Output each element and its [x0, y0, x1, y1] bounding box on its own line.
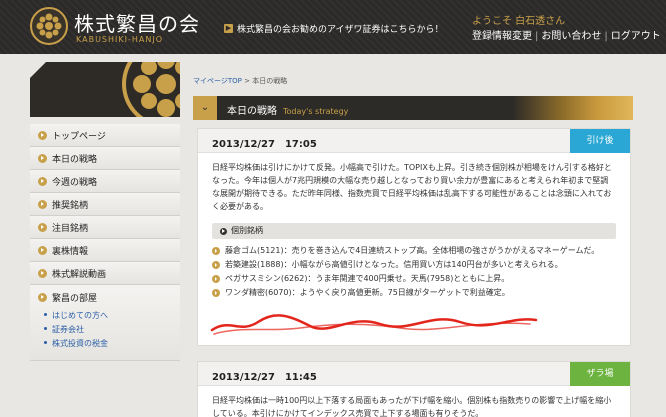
site-header: 株式繁昌の会 KABUSHIKI-HANJO ▶ 株式繁昌の会お勧めのアイザワ証… — [0, 0, 666, 54]
sidebar-item-label: 株式解説動画 — [52, 269, 107, 280]
sidebar-item-label: 本日の戦略 — [52, 154, 98, 165]
breadcrumb: マイページTOP > 本日の戦略 — [193, 76, 287, 86]
arrow-bullet-icon — [38, 222, 47, 232]
stock-text: ワンダ精密(6070)：ようやく戻り高値更新。75日線がターゲットで利益確定。 — [225, 288, 510, 297]
strategy-post: 2013/12/27 17:05 引け後 日経平均株価は引けにかけて反発。小幅高… — [197, 128, 631, 346]
post-badge: 引け後 — [570, 129, 630, 153]
contact-link[interactable]: お問い合わせ — [541, 31, 601, 42]
arrow-bullet-icon — [38, 268, 47, 278]
beginners-link[interactable]: はじめての方へ — [38, 310, 172, 321]
logo-title[interactable]: 株式繁昌の会 — [74, 8, 200, 37]
stock-text: 若築建設(1888)：小幅ながら高値引けとなった。信用買い方は140円台が多いと… — [225, 260, 563, 269]
sidebar-item-watchlist[interactable]: 注目銘柄 — [30, 216, 180, 239]
breadcrumb-separator: > — [244, 77, 250, 85]
arrow-bullet-icon — [38, 176, 47, 186]
brokers-link[interactable]: 証券会社 — [38, 324, 172, 335]
chevron-down-icon: ⌄ — [193, 96, 217, 120]
sidebar-item-recommended[interactable]: 推奨銘柄 — [30, 193, 180, 216]
promo-link[interactable]: ▶ 株式繁昌の会お勧めのアイザワ証券はこちらから！ — [224, 22, 444, 35]
sidebar-item-label: 注目銘柄 — [52, 223, 89, 234]
sidebar-item-label: 繁昌の部屋 — [52, 294, 98, 304]
arrow-bullet-icon — [38, 153, 47, 163]
sidebar-menu: トップページ 本日の戦略 今週の戦略 推奨銘柄 注目銘柄 裏株情報 株式解説動画… — [30, 124, 180, 361]
tax-link[interactable]: 株式投資の税金 — [38, 338, 172, 349]
page-title: 本日の戦略 Today's strategy — [227, 102, 348, 117]
logout-link[interactable]: ログアウト — [611, 31, 661, 42]
post-date: 2013/12/27 11:45 — [212, 372, 317, 383]
welcome-message: ようこそ 白石透さん — [472, 16, 566, 27]
sidebar-item-label: 裏株情報 — [52, 246, 89, 257]
page-title-ja: 本日の戦略 — [227, 106, 277, 117]
arrow-bullet-icon — [220, 227, 227, 235]
sidebar-item-club[interactable]: 繁昌の部屋 — [38, 291, 172, 304]
sidebar-item-videos[interactable]: 株式解説動画 — [30, 262, 180, 285]
link-separator: | — [535, 31, 539, 42]
page-title-en: Today's strategy — [283, 107, 349, 116]
post-date: 2013/12/27 17:05 — [212, 139, 317, 150]
gold-leaf-decoration — [513, 96, 633, 120]
arrow-bullet-icon — [38, 245, 47, 255]
arrow-bullet-icon — [38, 199, 47, 209]
sidebar-item-label: 今週の戦略 — [52, 177, 98, 188]
post-text: 日経平均株価は一時100円以上下落する局面もあったが下げ幅を縮小。個別株も指数売… — [212, 396, 612, 417]
promo-text: 株式繁昌の会お勧めのアイザワ証券はこちらから！ — [237, 25, 444, 35]
post-text: 日経平均株価は引けにかけて反発。小幅高で引けた。TOPIXも上昇。引き続き個別株… — [212, 163, 612, 211]
strategy-post: 2013/12/27 11:45 ザラ場 日経平均株価は一時100円以上下落する… — [197, 361, 631, 417]
page-title-bar: ⌄ 本日の戦略 Today's strategy — [193, 96, 633, 120]
sidebar-item-label: 推奨銘柄 — [52, 200, 89, 211]
stock-item: ペガサスミシン(6262)：うま年関連で400円乗せ。天馬(7958)とともに上… — [212, 273, 616, 285]
breadcrumb-home-link[interactable]: マイページTOP — [193, 77, 242, 85]
stock-item: 若築建設(1888)：小幅ながら高値引けとなった。信用買い方は140円台が多いと… — [212, 259, 616, 271]
arrow-bullet-icon — [212, 247, 220, 255]
logo-subtitle: KABUSHIKI-HANJO — [76, 35, 163, 44]
stocks-section-title: 個別銘柄 — [231, 226, 263, 235]
sidebar-item-week-strategy[interactable]: 今週の戦略 — [30, 170, 180, 193]
stock-item: ワンダ精密(6070)：ようやく戻り高値更新。75日線がターゲットで利益確定。 — [212, 287, 616, 299]
arrow-right-icon: ▶ — [224, 24, 233, 33]
edit-profile-link[interactable]: 登録情報変更 — [472, 31, 532, 42]
sidebar-club-section: 繁昌の部屋 はじめての方へ 証券会社 株式投資の税金 — [30, 285, 180, 361]
sidebar-item-insider[interactable]: 裏株情報 — [30, 239, 180, 262]
arrow-bullet-icon — [212, 275, 220, 283]
stocks-section-header: 個別銘柄 — [212, 223, 616, 239]
page-curl — [30, 62, 46, 78]
post-badge: ザラ場 — [570, 362, 630, 386]
stock-text: 藤倉ゴム(5121)：売りを巻き込んで4日連続ストップ高。全体相場の強さがうかが… — [225, 246, 600, 255]
post-header: 2013/12/27 17:05 引け後 — [198, 129, 630, 153]
post-header: 2013/12/27 11:45 ザラ場 — [198, 362, 630, 386]
header-links: 登録情報変更 | お問い合わせ | ログアウト — [472, 27, 661, 42]
sidebar-banner — [30, 62, 180, 117]
stock-item: 藤倉ゴム(5121)：売りを巻き込んで4日連続ストップ高。全体相場の強さがうかが… — [212, 245, 616, 257]
family-crest-icon — [122, 62, 180, 117]
post-body: 日経平均株価は一時100円以上下落する局面もあったが下げ幅を縮小。個別株も指数売… — [198, 386, 630, 417]
sidebar-item-today-strategy[interactable]: 本日の戦略 — [30, 147, 180, 170]
stock-text: ペガサスミシン(6262)：うま年関連で400円乗せ。天馬(7958)とともに上… — [225, 274, 510, 283]
breadcrumb-current: 本日の戦略 — [252, 77, 288, 85]
arrow-bullet-icon — [212, 289, 220, 297]
link-separator: | — [604, 31, 608, 42]
sidebar-item-label: トップページ — [52, 131, 106, 142]
post-body: 日経平均株価は引けにかけて反発。小幅高で引けた。TOPIXも上昇。引き続き個別株… — [198, 153, 630, 299]
arrow-bullet-icon — [212, 261, 220, 269]
arrow-bullet-icon — [38, 130, 47, 140]
sidebar-item-top[interactable]: トップページ — [30, 124, 180, 147]
logo-crest-icon[interactable] — [30, 7, 68, 45]
arrow-bullet-icon — [38, 293, 47, 302]
